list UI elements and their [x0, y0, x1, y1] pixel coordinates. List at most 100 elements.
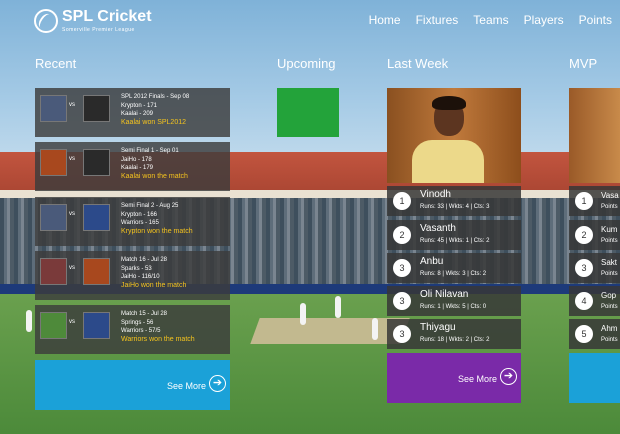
app-logo[interactable]: SPL Cricket Somerville Premier League [34, 9, 152, 33]
last-week-item[interactable]: 1 Vinodh Runs: 33 | Wkts: 4 | Cts: 3 [387, 186, 521, 216]
match-title: Match 16 - Jul 28 [121, 257, 168, 263]
player-name: Oli Nilavan [420, 289, 469, 300]
last-week-item[interactable]: 3 Oli Nilavan Runs: 1 | Wkts: 5 | Cts: 0 [387, 286, 521, 316]
player [26, 310, 32, 332]
nav-teams[interactable]: Teams [473, 13, 508, 27]
match-result: Krypton won the match [121, 227, 193, 235]
match-details: Semi Final 1 - Sep 01 JaiHo - 178 Kaalai… [121, 147, 188, 181]
player-photo [387, 88, 521, 183]
see-more-label: See More [457, 374, 497, 384]
match-result: JaiHo won the match [121, 281, 187, 289]
vs-label: vs [69, 156, 75, 162]
rank-badge: 5 [575, 325, 593, 343]
player-stats: Points [601, 238, 618, 244]
match-score-1: Krypton - 166 [121, 211, 158, 218]
match-result: Warriors won the match [121, 335, 195, 343]
match-card[interactable]: vs SPL 2012 Finals - Sep 08 Krypton - 17… [35, 88, 230, 137]
mvp-item[interactable]: 2 Kum Points [569, 220, 620, 250]
match-card[interactable]: vs Match 16 - Jul 28 Sparks - 53 JaiHo -… [35, 251, 230, 300]
match-result: Kaalai won the match [121, 172, 188, 180]
match-title: Semi Final 2 - Aug 25 [121, 203, 179, 209]
nav-players[interactable]: Players [524, 13, 564, 27]
match-score-1: Springs - 56 [121, 319, 154, 326]
nav-points[interactable]: Points [579, 13, 612, 27]
team-logo-icon [40, 149, 67, 176]
vs-label: vs [69, 211, 75, 217]
recent-heading: Recent [35, 56, 77, 71]
last-week-item[interactable]: 3 Thiyagu Runs: 18 | Wkts: 2 | Cts: 2 [387, 319, 521, 349]
rank-badge: 1 [575, 192, 593, 210]
rank-badge: 2 [393, 226, 411, 244]
match-score-2: Warriors - 165 [121, 220, 159, 226]
last-week-item[interactable]: 2 Vasanth Runs: 45 | Wkts: 1 | Cts: 2 [387, 220, 521, 250]
recent-see-more-button[interactable]: See More ➔ [35, 360, 230, 410]
arrow-right-icon: ➔ [500, 368, 517, 385]
match-score-2: Kaalai - 179 [121, 165, 154, 171]
match-card[interactable]: vs Match 15 - Jul 28 Springs - 56 Warrio… [35, 305, 230, 354]
mvp-item[interactable]: 4 Gop Points [569, 286, 620, 316]
mvp-item[interactable]: 5 Ahm Points [569, 319, 620, 349]
match-details: Match 15 - Jul 28 Springs - 56 Warriors … [121, 310, 195, 344]
player-photo-shirt [412, 140, 484, 183]
player-name: Thiyagu [420, 322, 456, 333]
match-card[interactable]: vs Semi Final 1 - Sep 01 JaiHo - 178 Kaa… [35, 142, 230, 191]
match-title: SPL 2012 Finals - Sep 08 [121, 94, 190, 100]
match-score-2: JaiHo - 116/10 [121, 274, 160, 280]
rank-badge: 1 [393, 192, 411, 210]
match-score-2: Kaalai - 209 [121, 111, 154, 117]
rank-badge: 3 [393, 325, 411, 343]
team-logo-icon [40, 312, 67, 339]
vs-label: vs [69, 102, 75, 108]
player-photo-hair [432, 96, 466, 110]
match-title: Match 15 - Jul 28 [121, 311, 168, 317]
last-week-item[interactable]: 3 Anbu Runs: 8 | Wkts: 3 | Cts: 2 [387, 253, 521, 283]
app-title: SPL Cricket [62, 8, 152, 25]
main-nav: Home Fixtures Teams Players Points [369, 13, 612, 27]
team-logo-icon [83, 312, 110, 339]
player-stats: Points [601, 337, 618, 343]
rank-badge: 3 [393, 259, 411, 277]
team-logo-icon [40, 258, 67, 285]
match-card[interactable]: vs Semi Final 2 - Aug 25 Krypton - 166 W… [35, 197, 230, 246]
player-name: Vasanth [420, 223, 456, 234]
player-name: Kum [601, 225, 618, 234]
match-details: Match 16 - Jul 28 Sparks - 53 JaiHo - 11… [121, 256, 186, 290]
cricket-ball-icon [34, 9, 58, 33]
upcoming-tile[interactable] [277, 88, 339, 137]
mvp-heading: MVP [569, 56, 598, 71]
rank-badge: 3 [575, 259, 593, 277]
nav-fixtures[interactable]: Fixtures [416, 13, 459, 27]
match-details: SPL 2012 Finals - Sep 08 Krypton - 171 K… [121, 93, 189, 127]
match-result: Kaalai won SPL2012 [121, 118, 186, 126]
see-more-label: See More [166, 381, 206, 391]
mvp-see-more-button[interactable] [569, 353, 620, 403]
last-week-heading: Last Week [387, 56, 449, 71]
player-name: Ahm [601, 324, 618, 333]
upcoming-heading: Upcoming [277, 56, 336, 71]
player [372, 318, 378, 340]
match-score-1: Krypton - 171 [121, 102, 158, 109]
team-logo-icon [83, 204, 110, 231]
match-score-2: Warriors - 57/5 [121, 328, 161, 334]
mvp-photo [569, 88, 620, 183]
match-score-1: JaiHo - 178 [121, 156, 152, 163]
player [335, 296, 341, 318]
team-logo-icon [40, 95, 67, 122]
player-stats: Points [601, 204, 618, 210]
arrow-right-icon: ➔ [209, 375, 226, 392]
rank-badge: 3 [393, 292, 411, 310]
player-name: Sakt [601, 258, 618, 267]
player-name: Gop [601, 291, 617, 300]
team-logo-icon [83, 258, 110, 285]
player [300, 303, 306, 325]
team-logo-icon [83, 95, 110, 122]
mvp-item[interactable]: 1 Vasa Points [569, 186, 620, 216]
player-stats: Runs: 45 | Wkts: 1 | Cts: 2 [420, 238, 490, 244]
nav-home[interactable]: Home [369, 13, 401, 27]
player-stats: Points [601, 271, 618, 277]
rank-badge: 4 [575, 292, 593, 310]
match-details: Semi Final 2 - Aug 25 Krypton - 166 Warr… [121, 202, 193, 236]
last-week-see-more-button[interactable]: See More ➔ [387, 353, 521, 403]
mvp-item[interactable]: 3 Sakt Points [569, 253, 620, 283]
match-title: Semi Final 1 - Sep 01 [121, 148, 179, 154]
